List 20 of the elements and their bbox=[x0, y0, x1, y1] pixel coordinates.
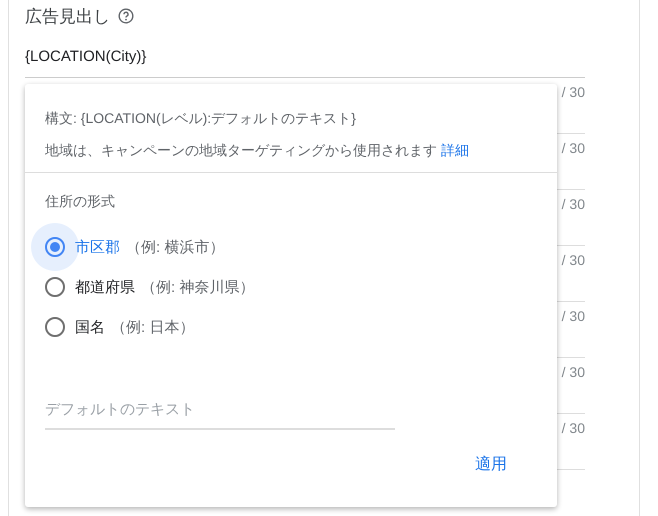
character-counter: / 30 bbox=[562, 140, 585, 156]
option-label: 都道府県 bbox=[75, 278, 135, 296]
description-text: 地域は、キャンペーンの地域ターゲティングから使用されます 詳細 bbox=[45, 142, 470, 160]
character-counter: / 30 bbox=[562, 420, 585, 436]
character-counter: / 30 bbox=[562, 364, 585, 380]
character-counter: / 30 bbox=[562, 84, 585, 100]
character-counter: / 30 bbox=[562, 196, 585, 212]
apply-button[interactable]: 適用 bbox=[463, 446, 519, 483]
section-title: 広告見出し bbox=[25, 6, 110, 28]
section-label: 住所の形式 bbox=[45, 193, 116, 211]
character-counter: / 30 bbox=[562, 308, 585, 324]
option-example: （例: 横浜市） bbox=[126, 238, 224, 256]
syntax-text: 構文: {LOCATION(レベル):デフォルトのテキスト} bbox=[45, 110, 357, 128]
details-link[interactable]: 詳細 bbox=[440, 142, 469, 158]
option-label: 市区郡 bbox=[75, 238, 120, 256]
option-example: （例: 日本） bbox=[111, 318, 194, 336]
option-example: （例: 神奈川県） bbox=[141, 278, 254, 296]
help-icon[interactable] bbox=[118, 8, 134, 24]
option-label: 国名 bbox=[75, 318, 105, 336]
character-counter: / 30 bbox=[562, 252, 585, 268]
